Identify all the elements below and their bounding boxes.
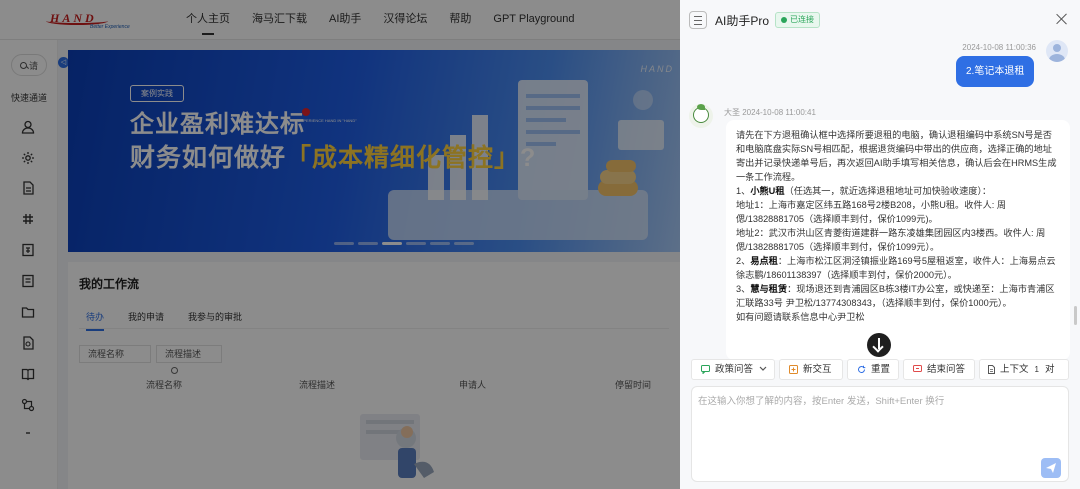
new-chat-icon bbox=[789, 365, 798, 374]
ai-chat-panel: AI助手Pro 已连接 2024-10-08 11:00:36 2.笔记本退租 … bbox=[680, 0, 1080, 489]
policy-qa-dropdown[interactable]: 政策问答 bbox=[691, 359, 775, 380]
bot-line-vendor3-num: 3、 bbox=[736, 284, 751, 294]
bot-message-bubble: 请先在下方退租确认框中选择所要退租的电脑，确认退租编码中系统SN号是否和电脑底盘… bbox=[726, 120, 1070, 360]
chat-title: AI助手Pro bbox=[715, 14, 770, 28]
chat-scrollbar[interactable] bbox=[1074, 306, 1077, 325]
portal-background: HAND Better Experience 个人主页 海马汇下载 AI助手 汉… bbox=[0, 0, 680, 489]
bot-line-address1: 地址1：上海市嘉定区纬五路168号2楼B208，小熊U租。收件人: 周偲/138… bbox=[736, 200, 1007, 224]
context-selector[interactable]: 上下文 1 对 bbox=[979, 359, 1069, 380]
bot-line-intro: 请先在下方退租确认框中选择所要退租的电脑，确认退租编码中系统SN号是否和电脑底盘… bbox=[736, 130, 1057, 182]
bot-line-contact: 如有问题请联系信息中心尹卫松 bbox=[736, 312, 865, 322]
policy-qa-label: 政策问答 bbox=[715, 364, 754, 375]
reset-button[interactable]: 重置 bbox=[847, 359, 899, 380]
bot-message-meta: 大圣 2024-10-08 11:00:41 bbox=[724, 108, 816, 117]
user-avatar bbox=[1046, 40, 1068, 62]
bot-line-vendor1: 1、小熊U租（任选其一，就近选择退租地址可加快验收速度）： bbox=[736, 184, 1060, 198]
bot-line-vendor3: 3、慧与租赁：现场退还到青浦园区B栋3楼IT办公室，或快递至：上海市青浦区汇联路… bbox=[736, 282, 1060, 310]
new-chat-label: 新交互 bbox=[803, 364, 832, 375]
chat-toolbar: 政策问答 新交互 重置 结束问答 上下文 1 对 bbox=[680, 359, 1080, 381]
bot-line-vendor1-name: 小熊U租 bbox=[750, 186, 785, 196]
history-menu-icon[interactable] bbox=[689, 11, 707, 29]
user-message-timestamp: 2024-10-08 11:00:36 bbox=[962, 43, 1036, 52]
chat-header: AI助手Pro 已连接 bbox=[680, 0, 1080, 40]
reset-label: 重置 bbox=[871, 364, 891, 375]
end-chat-icon bbox=[913, 365, 922, 372]
context-count: 1 bbox=[1034, 365, 1039, 374]
refresh-icon bbox=[858, 365, 866, 373]
bot-line-address2: 地址2：武汉市洪山区青菱街道建群一路东凌雄集团园区内3楼西。收件人: 周偲/13… bbox=[736, 228, 1046, 252]
connection-status-badge: 已连接 bbox=[775, 12, 820, 28]
bot-line-vendor2-name: 易点租 bbox=[750, 256, 778, 266]
chat-input[interactable] bbox=[698, 393, 1058, 453]
new-chat-button[interactable]: 新交互 bbox=[779, 359, 843, 380]
bot-message-text: 请先在下方退租确认框中选择所要退租的电脑，确认退租编码中系统SN号是否和电脑底盘… bbox=[726, 120, 1070, 324]
chat-input-box bbox=[691, 386, 1069, 482]
bot-line-vendor2-detail: ：上海市松江区洞泾镇振业路169号5屋租返室，收件人：上海易点云徐志鹏/1860… bbox=[736, 256, 1056, 280]
scroll-to-bottom-button[interactable] bbox=[867, 333, 891, 357]
bot-line-vendor1-note: （任选其一，就近选择退租地址可加快验收速度）： bbox=[784, 186, 992, 196]
bot-line-vendor3-name: 慧与租赁 bbox=[750, 284, 788, 294]
bot-line-vendor1-num: 1、 bbox=[736, 186, 751, 196]
context-doc-icon bbox=[988, 365, 995, 374]
send-icon bbox=[1046, 463, 1056, 473]
end-chat-label: 结束问答 bbox=[927, 364, 966, 375]
send-button[interactable] bbox=[1041, 458, 1061, 478]
context-label: 上下文 bbox=[1000, 364, 1029, 375]
chat-bubble-icon bbox=[701, 365, 710, 374]
bot-line-vendor2-num: 2、 bbox=[736, 256, 751, 266]
close-icon[interactable] bbox=[1056, 13, 1068, 25]
chevron-down-icon bbox=[759, 366, 767, 371]
bot-avatar bbox=[689, 104, 713, 128]
context-unit: 对 bbox=[1044, 364, 1055, 375]
user-message-bubble: 2.笔记本退租 bbox=[956, 56, 1035, 87]
end-chat-button[interactable]: 结束问答 bbox=[903, 359, 975, 380]
modal-overlay[interactable] bbox=[0, 0, 680, 489]
bot-line-vendor2: 2、易点租：上海市松江区洞泾镇振业路169号5屋租返室，收件人：上海易点云徐志鹏… bbox=[736, 254, 1060, 282]
